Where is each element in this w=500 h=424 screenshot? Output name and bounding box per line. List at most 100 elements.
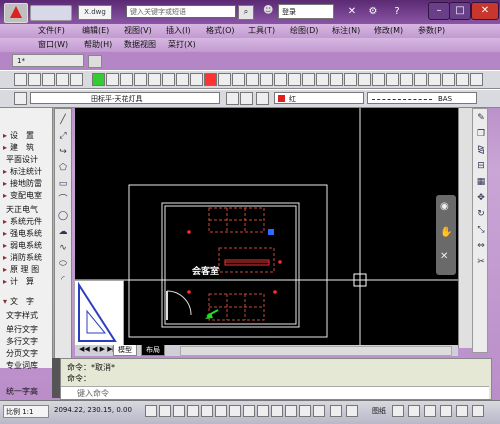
break-icon[interactable]: [246, 73, 259, 86]
menu-tools[interactable]: 工具(T): [248, 25, 275, 36]
block-icon[interactable]: [358, 73, 371, 86]
model-space-button[interactable]: [330, 405, 342, 417]
drawing-canvas[interactable]: 会客室: [75, 108, 458, 346]
menu-view[interactable]: 视图(V): [124, 25, 152, 36]
annotation-scale[interactable]: 比例 1:1: [3, 405, 49, 418]
left-menu-item[interactable]: 天正电气: [3, 204, 38, 215]
menu-parametric[interactable]: 参数(P): [418, 25, 445, 36]
left-menu-item[interactable]: ▸ 原 理 图: [3, 264, 39, 275]
left-menu-item[interactable]: 单行文字: [3, 324, 38, 335]
linetype-dropdown[interactable]: BAS: [367, 92, 477, 104]
mirror-icon[interactable]: [162, 73, 175, 86]
left-menu-item[interactable]: ▸ 强电系统: [3, 228, 42, 239]
search-input[interactable]: 键入关键字或短语: [126, 5, 236, 18]
redo-icon[interactable]: [456, 73, 469, 86]
menu-file[interactable]: 文件(F): [38, 25, 65, 36]
tab-model[interactable]: 模型: [113, 345, 137, 356]
move-icon[interactable]: [120, 73, 133, 86]
menu-help[interactable]: 帮助(H): [84, 39, 112, 50]
paper-space-label[interactable]: 图纸: [372, 406, 386, 416]
left-menu-item[interactable]: 统一字高: [3, 386, 38, 397]
text-icon[interactable]: [330, 73, 343, 86]
mirror-object-icon[interactable]: ⧎: [476, 145, 486, 155]
zoom-icon[interactable]: [414, 73, 427, 86]
extend-icon[interactable]: [232, 73, 245, 86]
left-menu-item[interactable]: ▸ 接地防雷: [3, 178, 42, 189]
color-dropdown[interactable]: 红: [274, 92, 364, 104]
save-icon[interactable]: [28, 73, 41, 86]
insert-icon[interactable]: [372, 73, 385, 86]
stretch-object-icon[interactable]: ⇔: [476, 241, 486, 251]
join-icon[interactable]: [260, 73, 273, 86]
exchange-icon[interactable]: ✕: [345, 5, 359, 19]
quick-access-toolbar[interactable]: [30, 5, 72, 21]
menu-insert[interactable]: 插入(I): [166, 25, 191, 36]
menu-data-view[interactable]: 数据视图: [124, 39, 156, 50]
minimize-button[interactable]: –: [428, 2, 450, 20]
fillet-icon[interactable]: [288, 73, 301, 86]
color-control-icon[interactable]: [256, 92, 269, 105]
layer-dropdown[interactable]: 田标平-天花灯具: [30, 92, 220, 104]
pan-hand-icon[interactable]: ✋: [440, 227, 452, 238]
cut-icon[interactable]: [56, 73, 69, 86]
left-menu-item[interactable]: 专业词库: [3, 360, 38, 371]
left-menu-item[interactable]: ▾ 文 字: [3, 296, 34, 307]
left-menu-item[interactable]: 分页文字: [3, 348, 38, 359]
document-tab[interactable]: 1*: [12, 54, 84, 67]
new-icon[interactable]: [14, 73, 27, 86]
osnap-toggle[interactable]: [201, 405, 213, 417]
polygon-icon[interactable]: ⬠: [58, 163, 68, 173]
left-menu-item[interactable]: ▸ 计 算: [3, 276, 34, 287]
scale-object-icon[interactable]: ⤡: [476, 225, 486, 235]
app-menu-button[interactable]: [4, 3, 28, 23]
otrack-toggle[interactable]: [215, 405, 227, 417]
quick-view-button[interactable]: [346, 405, 358, 417]
offset-object-icon[interactable]: ⊟: [476, 161, 486, 171]
left-menu-item[interactable]: ▸ 建 筑: [3, 142, 34, 153]
menu-window[interactable]: 窗口(W): [38, 39, 68, 50]
construction-line-icon[interactable]: ⤢: [58, 131, 68, 141]
arc-icon[interactable]: ⌒: [58, 195, 68, 205]
zoom-extents-icon[interactable]: ✕: [440, 251, 448, 262]
revcloud-icon[interactable]: ☁: [58, 227, 68, 237]
dim-icon[interactable]: [316, 73, 329, 86]
offset-icon[interactable]: [176, 73, 189, 86]
explode-icon[interactable]: [302, 73, 315, 86]
copy-object-icon[interactable]: ❐: [476, 129, 486, 139]
grid-toggle[interactable]: [159, 405, 171, 417]
menu-extra[interactable]: 菜打(X): [168, 39, 196, 50]
left-menu-item[interactable]: ▸ 设 置: [3, 130, 34, 141]
annotation-monitor-toggle[interactable]: [313, 405, 325, 417]
circle-tool-icon[interactable]: [92, 73, 105, 86]
polyline-icon[interactable]: ↪: [58, 147, 68, 157]
properties-icon[interactable]: [470, 73, 483, 86]
login-button[interactable]: 登录: [278, 4, 334, 19]
trim-icon[interactable]: [218, 73, 231, 86]
print-icon[interactable]: [42, 73, 55, 86]
left-menu-item[interactable]: ▸ 消防系统: [3, 252, 42, 263]
undo-icon[interactable]: [442, 73, 455, 86]
array-icon[interactable]: [190, 73, 203, 86]
left-menu-item[interactable]: 平面设计: [3, 154, 38, 165]
horizontal-scrollbar[interactable]: [180, 346, 452, 356]
layer-state-icon[interactable]: [240, 92, 253, 105]
polar-toggle[interactable]: [187, 405, 199, 417]
help-icon[interactable]: ?: [390, 5, 404, 19]
scale-icon[interactable]: [148, 73, 161, 86]
menu-format[interactable]: 格式(O): [206, 25, 235, 36]
left-menu-item[interactable]: ▸ 系统元件: [3, 216, 42, 227]
menu-draw[interactable]: 绘图(D): [290, 25, 318, 36]
menu-dimension[interactable]: 标注(N): [332, 25, 360, 36]
command-input[interactable]: 键入命令: [61, 386, 489, 399]
line-icon[interactable]: ╱: [58, 115, 68, 125]
left-menu-item[interactable]: 文字样式: [3, 310, 38, 321]
menu-modify[interactable]: 修改(M): [374, 25, 403, 36]
ducs-toggle[interactable]: [229, 405, 241, 417]
layer-previous-icon[interactable]: [226, 92, 239, 105]
ellipse-arc-icon[interactable]: ◜: [58, 275, 68, 285]
maximize-button[interactable]: □: [449, 2, 471, 20]
left-menu-item[interactable]: ▸ 弱电系统: [3, 240, 42, 251]
selection-cycling-toggle[interactable]: [299, 405, 311, 417]
layer-manager-icon[interactable]: [14, 92, 27, 105]
chamfer-icon[interactable]: [274, 73, 287, 86]
